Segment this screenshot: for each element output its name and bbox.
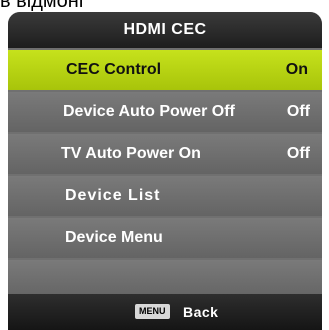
menu-item-device-auto-power-off[interactable]: Device Auto Power Off Off [8,92,322,132]
menu-item-label: Device Auto Power Off [63,103,235,120]
menu-item-tv-auto-power-on[interactable]: TV Auto Power On Off [8,134,322,174]
menu-list: CEC Control On Device Auto Power Off Off… [8,50,322,300]
screen: в відмоні HDMI CEC CEC Control On Device… [0,0,329,330]
menu-title: HDMI CEC [8,12,322,48]
menu-item-label: Device List [65,187,161,204]
menu-item-label: CEC Control [66,61,162,78]
menu-item-value: On [285,61,308,78]
menu-key-icon: MENU [135,304,170,319]
menu-item-label: TV Auto Power On [61,145,201,162]
menu-item-cec-control[interactable]: CEC Control On [8,50,322,90]
menu-item-value: Off [286,103,310,120]
menu-item-empty [8,260,322,298]
back-hint[interactable]: Back [183,294,218,330]
hdmi-cec-menu-panel: HDMI CEC CEC Control On Device Auto Powe… [8,12,322,330]
menu-item-label: Device Menu [65,229,163,246]
menu-footer: MENU Back [8,294,322,330]
menu-item-value: Off [286,145,310,162]
menu-item-device-menu[interactable]: Device Menu [8,218,322,258]
menu-item-device-list[interactable]: Device List [8,176,322,216]
